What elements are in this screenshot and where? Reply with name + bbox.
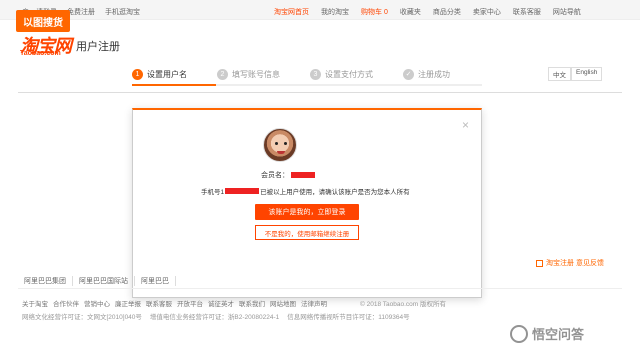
footer-link[interactable]: 关于淘宝 [22,298,48,308]
redacted-member-name [291,172,315,178]
message-prefix: 手机号1 [201,189,225,196]
taobao-home-link[interactable]: 淘宝网首页 [274,7,309,17]
footer-tab[interactable]: 阿里巴巴 [135,276,176,286]
watermark-icon [510,324,528,343]
message-suffix: 已被以上用户使用，请确认该账户是否为您本人所有 [260,189,410,196]
watermark: 悟空问答 [510,324,584,343]
categories-link[interactable]: 商品分类 [433,7,461,17]
avatar-eye [275,142,278,145]
license-info: 网络文化经营许可证：文网文[2010]040号 增值电信业务经营许可证：浙B2-… [22,311,410,321]
language-switcher: 中文 English [548,67,603,81]
step-progress-line [132,84,482,86]
redacted-phone [225,188,260,194]
member-label: 会员名： [261,172,289,179]
feedback-link[interactable]: 淘宝注册 意见反馈 [536,258,604,268]
phone-in-use-message: 手机号1 已被以上用户使用，请确认该账户是否为您本人所有 [201,186,410,196]
top-nav-right: 淘宝网首页 我的淘宝 购物车 0 收藏夹 商品分类 卖家中心 联系客服 网站导航 [274,7,581,17]
check-icon: ✓ [403,68,414,80]
register-link[interactable]: 免费注册 [67,7,95,17]
lang-english[interactable]: English [571,67,603,81]
close-icon[interactable]: × [462,118,469,132]
footer-tab[interactable]: 阿里巴巴国际站 [73,276,135,286]
footer-link[interactable]: 联系客服 [146,298,172,308]
feedback-label: 淘宝注册 意见反馈 [546,260,604,267]
login-now-button[interactable]: 该账户是我的，立即登录 [255,204,359,220]
footer-link[interactable]: 法律声明 [301,298,327,308]
footer-link[interactable]: 网站地图 [270,298,296,308]
footer-link[interactable]: 营销中心 [84,298,110,308]
watermark-text: 悟空问答 [532,327,585,342]
member-name-row: 会员名： [261,170,315,180]
copyright: © 2018 Taobao.com 版权所有 [360,301,446,308]
footer-link[interactable]: 廉正举报 [115,298,141,308]
site-top-nav: 亲，请登录 免费注册 手机逛淘宝 淘宝网首页 我的淘宝 购物车 0 收藏夹 商品… [0,0,640,20]
step-label: 设置用户名 [147,69,187,79]
seller-center-link[interactable]: 卖家中心 [473,7,501,17]
step-label: 注册成功 [418,69,450,79]
feedback-icon [536,259,543,267]
footer-links: 关于淘宝 合作伙伴 营销中心 廉正举报 联系客服 开放平台 诚征英才 联系我们 … [22,298,327,308]
step-number: 2 [217,68,228,80]
customer-service-link[interactable]: 联系客服 [513,7,541,17]
footer-link[interactable]: 开放平台 [177,298,203,308]
step-label: 填写账号信息 [232,69,280,79]
avatar-mouth [277,151,285,154]
license-item: 信息网络传播视听节目许可证：1109364号 [287,314,410,321]
footer-link[interactable]: 合作伙伴 [53,298,79,308]
footer-group-tabs: 阿里巴巴集团 阿里巴巴国际站 阿里巴巴 [18,276,176,286]
lang-chinese[interactable]: 中文 [548,67,571,81]
account-exists-dialog: × 会员名： 手机号1 已被以上用户使用，请确认该账户是否为您本人所有 该账户是… [132,108,482,298]
site-nav-link[interactable]: 网站导航 [553,7,581,17]
divider [18,288,622,289]
footer-link[interactable]: 诚征英才 [208,298,234,308]
license-item: 网络文化经营许可证：文网文[2010]040号 [22,314,142,321]
mobile-link[interactable]: 手机逛淘宝 [105,7,140,17]
page-title: 用户注册 [76,41,120,53]
footer-link[interactable]: 联系我们 [239,298,265,308]
step-success: ✓ 注册成功 [403,64,450,84]
avatar-eye [284,142,287,145]
my-taobao-link[interactable]: 我的淘宝 [321,7,349,17]
registration-steps: 1 设置用户名 2 填写账号信息 3 设置支付方式 ✓ 注册成功 [132,64,482,84]
step-label: 设置支付方式 [325,69,373,79]
avatar [263,128,297,162]
divider [18,92,622,93]
step-account-info: 2 填写账号信息 [217,64,280,84]
license-item: 增值电信业务经营许可证：浙B2-20080224-1 [149,314,280,321]
step-number: 1 [132,68,143,80]
use-email-register-button[interactable]: 不是我的，使用邮箱继续注册 [255,225,359,240]
taobao-logo[interactable]: 淘宝网 Taobao.com [20,32,72,58]
image-search-badge[interactable]: 以图搜货 [16,10,70,32]
step-payment: 3 设置支付方式 [310,64,373,84]
step-set-username: 1 设置用户名 [132,64,187,84]
cart-link[interactable]: 购物车 0 [361,7,388,17]
logo-en: Taobao.com [20,50,61,57]
favorites-link[interactable]: 收藏夹 [400,7,421,17]
step-progress-active [132,84,216,86]
step-number: 3 [310,68,321,80]
footer-tab[interactable]: 阿里巴巴集团 [18,276,73,286]
